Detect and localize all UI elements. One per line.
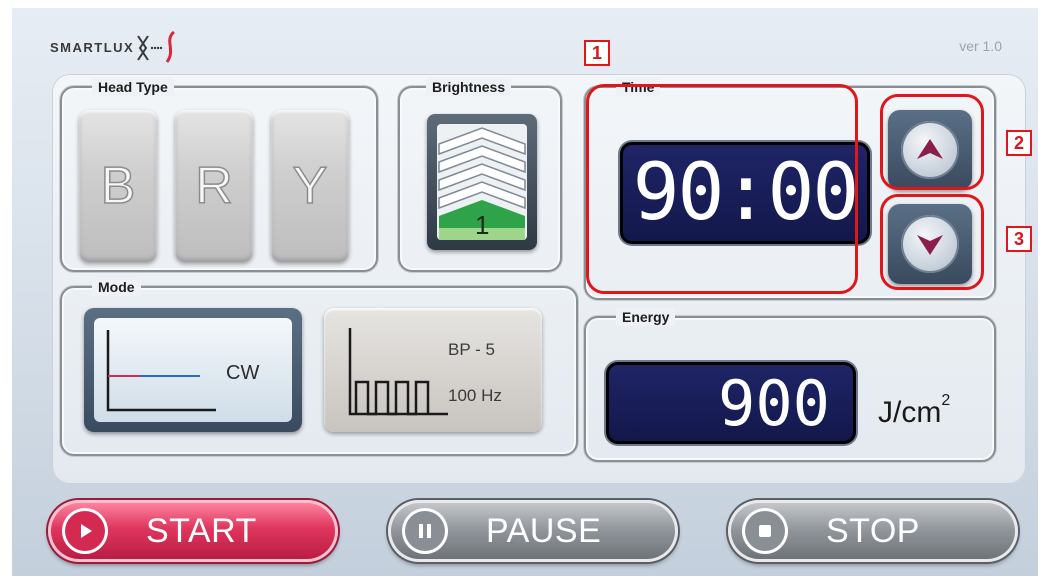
pause-button[interactable]: PAUSE <box>388 500 678 562</box>
annotation-number-3: 3 <box>1006 226 1032 252</box>
head-type-group: Head Type B R Y <box>60 78 378 272</box>
start-label: START <box>146 511 257 550</box>
mode-label: Mode <box>92 278 141 296</box>
mode-group: Mode CW BP - 5 100 Hz <box>60 278 578 456</box>
stop-button[interactable]: STOP <box>728 500 1018 562</box>
annotation-number-1: 1 <box>584 40 610 66</box>
start-button[interactable]: START <box>48 500 338 562</box>
cw-label: CW <box>226 362 260 384</box>
brightness-level: 1 <box>475 210 490 240</box>
pause-icon <box>402 508 448 554</box>
cw-waveform-icon <box>106 330 216 412</box>
pulse-waveform-icon <box>348 328 448 416</box>
energy-unit-base: J/cm <box>878 396 942 429</box>
play-icon <box>62 508 108 554</box>
head-type-r-button[interactable]: R <box>175 110 253 262</box>
annotation-box-down-button <box>880 194 984 290</box>
annotation-box-time-display <box>586 84 858 294</box>
mode-bp-button[interactable]: BP - 5 100 Hz <box>324 308 542 432</box>
energy-unit: J/cm2 <box>878 392 950 430</box>
stop-icon <box>742 508 788 554</box>
annotation-number-2: 2 <box>1006 130 1032 156</box>
head-type-label: Head Type <box>92 78 174 96</box>
device-screen: SMARTLUX ver 1.0 Head Type B R Y Brightn… <box>12 8 1038 576</box>
energy-group: Energy 900 J/cm2 <box>584 308 996 462</box>
energy-label: Energy <box>616 308 676 326</box>
head-type-b-button[interactable]: B <box>79 110 157 262</box>
energy-unit-exponent: 2 <box>941 392 951 409</box>
logo-text: SMARTLUX <box>50 39 135 55</box>
brightness-label: Brightness <box>426 78 512 96</box>
pause-label: PAUSE <box>486 511 602 550</box>
bp-pulse-count: BP - 5 <box>448 340 495 359</box>
bp-frequency: 100 Hz <box>448 386 502 405</box>
brightness-button[interactable]: 1 <box>427 114 537 250</box>
annotation-box-up-button <box>880 94 984 190</box>
logo-mark-icon <box>137 30 176 63</box>
energy-display: 900 <box>606 362 856 444</box>
version-label: ver 1.0 <box>959 38 1002 54</box>
brightness-group: Brightness 1 <box>398 78 562 272</box>
mode-cw-button[interactable]: CW <box>84 308 302 432</box>
energy-value: 900 <box>718 366 830 440</box>
head-type-y-button[interactable]: Y <box>271 110 349 262</box>
smartlux-logo: SMARTLUX <box>50 30 180 64</box>
stop-label: STOP <box>826 511 920 550</box>
